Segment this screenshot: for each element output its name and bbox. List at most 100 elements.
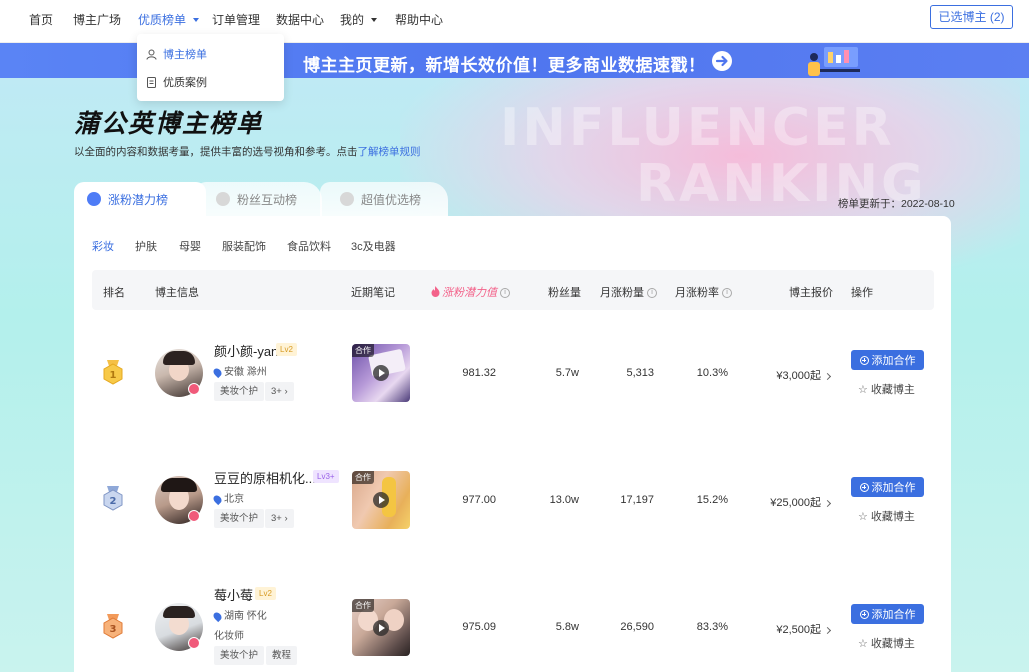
tab-label: 超值优选榜	[361, 192, 422, 207]
potential-value: 977.00	[462, 494, 496, 506]
user-badge-icon	[188, 637, 200, 649]
location-text: 北京	[224, 494, 244, 505]
favorite-button[interactable]: ☆ 收藏博主	[858, 635, 915, 651]
recent-note-thumbnail[interactable]: 合作	[352, 344, 410, 402]
tab-fan-interaction[interactable]: 粉丝互动榜	[216, 182, 297, 216]
thumb-icon	[340, 192, 354, 206]
category-makeup[interactable]: 彩妆	[92, 238, 114, 254]
favorite-button[interactable]: ☆ 收藏博主	[858, 508, 915, 524]
add-cooperation-button[interactable]: 添加合作	[851, 477, 924, 497]
recent-note-thumbnail[interactable]: 合作	[352, 599, 410, 656]
document-icon	[147, 76, 156, 88]
plus-circle-icon	[859, 482, 869, 492]
blogger-name[interactable]: 豆豆的原相机化...	[214, 468, 316, 487]
tag-more-label: 3+	[271, 386, 282, 397]
favorite-button[interactable]: ☆ 收藏博主	[858, 381, 915, 397]
location-pin-icon	[211, 610, 224, 623]
category-baby[interactable]: 母婴	[179, 238, 201, 254]
nav-mine[interactable]: 我的	[340, 11, 378, 28]
dropdown-item-quality-cases[interactable]: 优质案例	[146, 72, 207, 92]
level-badge: Lv3+	[313, 470, 339, 483]
category-apparel[interactable]: 服装配饰	[222, 238, 266, 254]
update-time: 榜单更新于：2022-08-10	[838, 198, 955, 210]
dropdown-item-blogger-list[interactable]: 博主榜单	[146, 44, 207, 64]
th-fans: 粉丝量	[548, 287, 581, 299]
favorite-label: 收藏博主	[870, 384, 915, 396]
chat-icon	[87, 192, 101, 206]
price-value: ¥25,000起	[770, 497, 821, 509]
tag-more[interactable]: 3+ ›	[265, 382, 294, 401]
chevron-right-icon	[823, 499, 832, 507]
nav-home[interactable]: 首页	[29, 11, 53, 28]
monthly-rate-value: 83.3%	[696, 621, 728, 633]
tag-more[interactable]: 3+ ›	[265, 509, 294, 528]
location-text: 安徽 滁州	[224, 367, 267, 378]
th-action: 操作	[851, 287, 873, 299]
tag: 美妆个护	[214, 382, 265, 401]
price-value: ¥2,500起	[776, 624, 821, 636]
rules-link[interactable]: 了解榜单规则	[358, 146, 421, 158]
price[interactable]: ¥2,500起	[750, 621, 832, 637]
nav-mine-label: 我的	[340, 13, 365, 27]
banner-text: 博主主页更新，新增长效价值！更多商业数据速戳！	[303, 56, 706, 75]
medal-rank: 2	[110, 496, 117, 507]
info-icon[interactable]: i	[722, 288, 732, 299]
medal-rank: 1	[110, 370, 117, 381]
price[interactable]: ¥25,000起	[750, 494, 832, 510]
fans-value: 13.0w	[549, 494, 579, 506]
star-icon: ☆	[858, 384, 868, 396]
category-skincare[interactable]: 护肤	[135, 238, 157, 254]
flame-icon	[431, 286, 440, 297]
chevron-down-icon	[193, 17, 200, 22]
potential-value: 975.09	[462, 621, 496, 633]
location-pin-icon	[211, 366, 224, 379]
fans-value: 5.7w	[555, 367, 579, 379]
nav-data-center[interactable]: 数据中心	[276, 11, 324, 28]
dropdown-item-label: 博主榜单	[163, 49, 207, 61]
price-value: ¥3,000起	[776, 370, 821, 382]
blogger-name[interactable]: 莓小莓	[214, 585, 253, 604]
tab-fan-growth[interactable]: 涨粉潜力榜	[87, 182, 168, 216]
level-badge: Lv2	[276, 343, 297, 356]
recent-note-thumbnail[interactable]: 合作	[352, 471, 410, 529]
location: 安徽 滁州	[211, 363, 267, 379]
monthly-rate-value: 10.3%	[696, 367, 728, 379]
note-tag: 合作	[352, 599, 374, 612]
banner-illustration	[808, 47, 860, 76]
tag-more-label: 3+	[271, 513, 282, 524]
info-icon[interactable]: i	[647, 288, 657, 299]
fans-value: 5.8w	[555, 621, 579, 633]
nav-quality-list[interactable]: 优质榜单	[138, 11, 200, 28]
medal-rank: 3	[110, 624, 117, 635]
add-cooperation-label: 添加合作	[871, 355, 916, 367]
add-cooperation-button[interactable]: 添加合作	[851, 604, 924, 624]
play-icon	[373, 365, 389, 381]
th-monthly-rate: 月涨粉率 i	[675, 284, 732, 300]
tab-value-pick[interactable]: 超值优选榜	[340, 182, 421, 216]
play-icon	[373, 492, 389, 508]
th-notes: 近期笔记	[351, 287, 395, 299]
favorite-label: 收藏博主	[870, 511, 915, 523]
info-icon[interactable]: i	[500, 288, 510, 299]
selected-bloggers-button[interactable]: 已选博主 (2)	[930, 5, 1013, 29]
monthly-gain-value: 26,590	[620, 621, 654, 633]
page-title: 蒲公英博主榜单	[74, 110, 264, 138]
monthly-gain-value: 17,197	[620, 494, 654, 506]
add-cooperation-button[interactable]: 添加合作	[851, 350, 924, 370]
monthly-rate-value: 15.2%	[696, 494, 728, 506]
tag: 美妆个护	[214, 509, 265, 528]
nav-blogger-square[interactable]: 博主广场	[73, 11, 121, 28]
user-icon	[146, 49, 157, 60]
add-cooperation-label: 添加合作	[871, 482, 916, 494]
tab-label: 涨粉潜力榜	[108, 192, 169, 207]
category-food[interactable]: 食品饮料	[287, 238, 331, 254]
nav-help[interactable]: 帮助中心	[395, 11, 443, 28]
th-price: 博主报价	[789, 287, 833, 299]
blogger-name[interactable]: 颜小颜-yan	[214, 341, 278, 360]
price[interactable]: ¥3,000起	[750, 367, 832, 383]
user-badge-icon	[188, 510, 200, 522]
category-electronics[interactable]: 3c及电器	[351, 238, 396, 254]
location-pin-icon	[211, 493, 224, 506]
location: 湖南 怀化	[211, 607, 267, 623]
nav-orders[interactable]: 订单管理	[212, 11, 260, 28]
